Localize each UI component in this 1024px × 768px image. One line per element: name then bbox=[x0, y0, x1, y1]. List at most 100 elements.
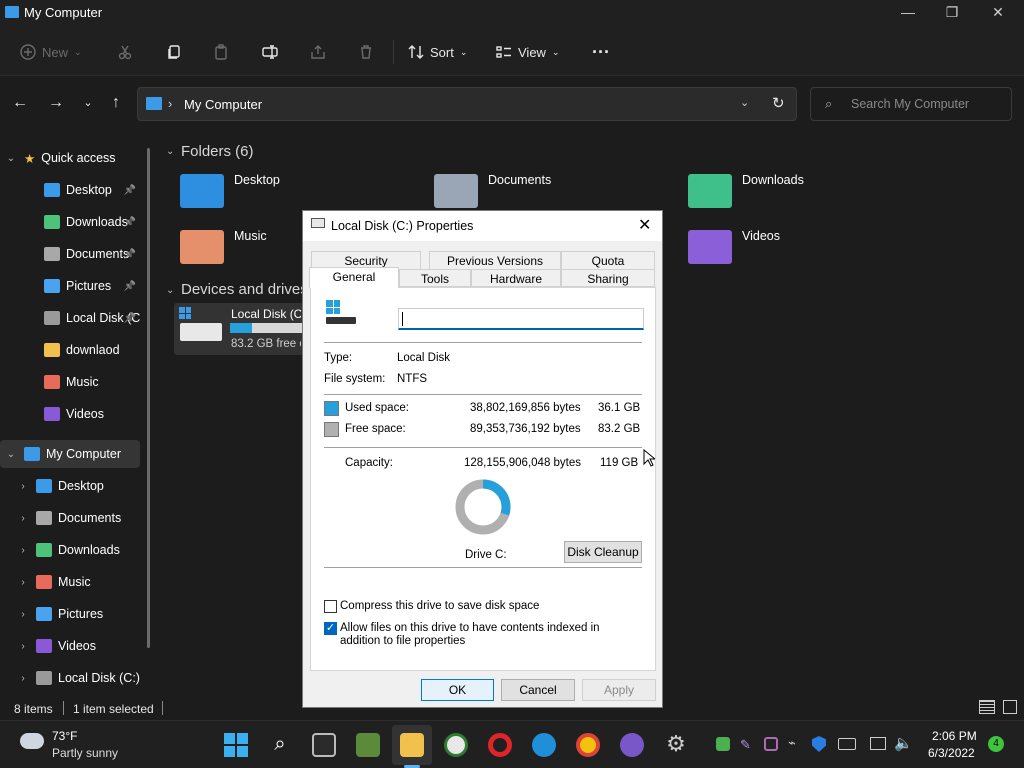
notification-badge[interactable]: 4 bbox=[988, 736, 1004, 752]
nav-item-music[interactable]: › Music bbox=[0, 568, 140, 596]
refresh-icon[interactable]: ↻ bbox=[772, 94, 785, 112]
nav-item-desktop[interactable]: › Desktop bbox=[0, 472, 140, 500]
keyboard-icon[interactable] bbox=[838, 738, 856, 750]
folder-item[interactable]: Downloads bbox=[688, 170, 804, 208]
weather-desc[interactable]: Partly sunny bbox=[52, 746, 118, 760]
expand-chevron-icon[interactable]: › bbox=[16, 609, 30, 620]
new-button[interactable]: New ⌄ bbox=[20, 38, 82, 66]
maximize-button[interactable]: ❐ bbox=[937, 4, 967, 24]
nav-item-pictures[interactable]: Pictures 📌 bbox=[0, 272, 140, 300]
ok-button[interactable]: OK bbox=[421, 679, 494, 701]
compress-checkbox[interactable] bbox=[324, 600, 337, 613]
nav-item-local-disk-c[interactable]: › Local Disk (C:) bbox=[0, 664, 140, 692]
expand-chevron-icon[interactable]: › bbox=[16, 481, 30, 492]
task-view-icon[interactable] bbox=[312, 733, 336, 757]
index-checkbox[interactable]: ✓ bbox=[324, 622, 337, 635]
view-button[interactable]: View ⌄ bbox=[496, 38, 560, 66]
clock-time[interactable]: 2:06 PM bbox=[932, 729, 977, 743]
opera-icon[interactable] bbox=[488, 733, 512, 757]
tiles-view-icon[interactable] bbox=[1003, 700, 1017, 714]
expand-chevron-icon[interactable]: › bbox=[16, 545, 30, 556]
close-button[interactable]: ✕ bbox=[983, 4, 1013, 24]
more-options-button[interactable]: ··· bbox=[592, 38, 610, 66]
tab-tools[interactable]: Tools bbox=[399, 269, 471, 287]
collapse-chevron-icon[interactable]: ⌄ bbox=[166, 285, 174, 296]
minecraft-icon[interactable] bbox=[356, 733, 380, 757]
settings-gear-icon[interactable]: ⚙ bbox=[664, 733, 688, 757]
viber-icon[interactable] bbox=[620, 733, 644, 757]
search-box[interactable]: ⌕ Search My Computer bbox=[810, 87, 1012, 121]
folder-item[interactable]: Music bbox=[180, 226, 267, 264]
clock-date[interactable]: 6/3/2022 bbox=[928, 746, 975, 760]
desktop-icon bbox=[44, 183, 60, 197]
drive-tile[interactable]: Local Disk (C:) 83.2 GB free of 119 GB bbox=[174, 303, 304, 355]
nav-item-documents[interactable]: › Documents bbox=[0, 504, 140, 532]
edge-icon[interactable] bbox=[532, 733, 556, 757]
expand-chevron-icon[interactable]: › bbox=[16, 577, 30, 588]
nav-item-downlaod[interactable]: downlaod bbox=[0, 336, 140, 364]
drive-label-input[interactable] bbox=[398, 308, 644, 330]
weather-temp[interactable]: 73°F bbox=[52, 729, 77, 743]
security-tray-icon[interactable] bbox=[716, 737, 730, 751]
details-view-icon[interactable] bbox=[979, 700, 995, 714]
nav-item-downloads[interactable]: › Downloads bbox=[0, 536, 140, 564]
index-label[interactable]: Allow files on this drive to have conten… bbox=[340, 622, 640, 648]
compress-label[interactable]: Compress this drive to save disk space bbox=[340, 600, 539, 612]
nav-my-computer[interactable]: ⌄ My Computer bbox=[0, 440, 140, 468]
network-tray-icon[interactable]: ⌁ bbox=[788, 735, 804, 751]
folder-item[interactable]: Desktop bbox=[180, 170, 280, 208]
pen-tray-icon[interactable]: ✎ bbox=[740, 737, 754, 752]
file-explorer-icon[interactable] bbox=[400, 733, 424, 757]
tab-general[interactable]: General bbox=[309, 267, 399, 288]
rename-button[interactable] bbox=[262, 38, 278, 66]
nav-scrollbar[interactable] bbox=[147, 148, 150, 648]
nav-item-videos[interactable]: Videos bbox=[0, 400, 140, 428]
nav-item-pictures[interactable]: › Pictures bbox=[0, 600, 140, 628]
nav-item-videos[interactable]: › Videos bbox=[0, 632, 140, 660]
delete-button[interactable] bbox=[358, 38, 374, 66]
address-dropdown-icon[interactable]: ⌄ bbox=[740, 96, 749, 109]
tab-previous-versions[interactable]: Previous Versions bbox=[429, 251, 561, 269]
volume-icon[interactable]: 🔈 bbox=[894, 734, 913, 752]
tab-hardware[interactable]: Hardware bbox=[471, 269, 561, 287]
copy-button[interactable] bbox=[166, 38, 182, 66]
weather-cloud-icon[interactable] bbox=[20, 733, 44, 749]
start-button-icon[interactable] bbox=[224, 733, 248, 757]
folder-item[interactable]: Videos bbox=[688, 226, 780, 264]
tab-quota[interactable]: Quota bbox=[561, 251, 655, 269]
nav-item-music[interactable]: Music bbox=[0, 368, 140, 396]
app-tray-icon[interactable] bbox=[764, 737, 778, 751]
share-button[interactable] bbox=[310, 38, 326, 66]
nav-item-downloads[interactable]: Downloads 📌 bbox=[0, 208, 140, 236]
folder-name: Desktop bbox=[234, 173, 280, 187]
paste-button[interactable] bbox=[213, 38, 229, 66]
cut-button[interactable] bbox=[117, 38, 133, 66]
breadcrumb-current[interactable]: My Computer bbox=[184, 97, 262, 112]
nav-item-documents[interactable]: Documents 📌 bbox=[0, 240, 140, 268]
recent-chevron-icon[interactable]: ⌄ bbox=[78, 96, 98, 116]
expand-chevron-icon[interactable]: › bbox=[16, 513, 30, 524]
cancel-button[interactable]: Cancel bbox=[501, 679, 575, 701]
search-icon[interactable]: ⌕ bbox=[268, 733, 292, 757]
address-bar[interactable]: › My Computer ⌄ ↻ bbox=[137, 87, 797, 121]
sort-button[interactable]: Sort ⌄ bbox=[408, 38, 467, 66]
expand-chevron-icon[interactable]: › bbox=[16, 673, 30, 684]
dialog-close-button[interactable]: ✕ bbox=[638, 215, 651, 235]
xbox-icon[interactable] bbox=[444, 733, 468, 757]
display-icon[interactable] bbox=[870, 737, 886, 750]
chrome-icon[interactable] bbox=[576, 733, 600, 757]
defender-tray-icon[interactable] bbox=[812, 736, 826, 752]
apply-button[interactable]: Apply bbox=[582, 679, 656, 701]
expand-chevron-icon[interactable]: › bbox=[16, 641, 30, 652]
collapse-chevron-icon[interactable]: ⌄ bbox=[166, 146, 174, 157]
disk-cleanup-button[interactable]: Disk Cleanup bbox=[564, 541, 642, 563]
folder-item[interactable]: Documents bbox=[434, 170, 551, 208]
minimize-button[interactable]: — bbox=[893, 4, 923, 24]
back-arrow-icon[interactable]: ← bbox=[10, 94, 30, 114]
nav-item-local-disk-c[interactable]: Local Disk (C:) 📌 bbox=[0, 304, 140, 332]
nav-quick-access[interactable]: ⌄ ★ Quick access bbox=[0, 144, 140, 172]
forward-arrow-icon[interactable]: → bbox=[46, 94, 66, 114]
nav-item-desktop[interactable]: Desktop 📌 bbox=[0, 176, 140, 204]
tab-sharing[interactable]: Sharing bbox=[561, 269, 655, 287]
up-arrow-icon[interactable]: ↑ bbox=[106, 94, 126, 114]
